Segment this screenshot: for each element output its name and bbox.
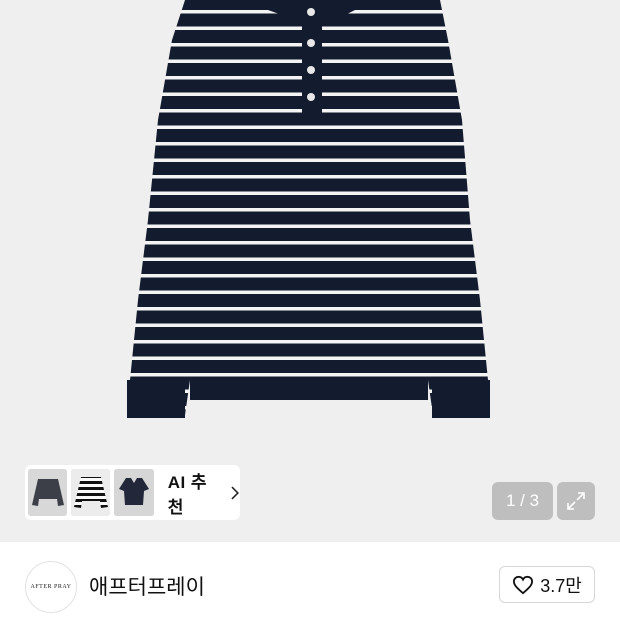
grey-sweater-thumb[interactable] [28,469,68,516]
like-count: 3.7만 [540,575,582,596]
expand-icon [567,492,585,510]
expand-button[interactable] [557,482,595,520]
brand-logo-text: AFTER PRAY [30,584,72,590]
ai-recommend-label: AI 추천 [167,472,208,517]
brand-logo[interactable]: AFTER PRAY [25,561,77,613]
like-button[interactable]: 3.7만 [499,566,595,603]
striped-sweater-image [127,0,490,418]
striped-sweater-thumb[interactable] [71,469,111,516]
navy-polo-thumb[interactable] [114,469,154,516]
ai-recommend-chip[interactable]: AI 추천 [25,465,240,520]
product-image-area[interactable]: AI 추천 1 / 3 [0,0,620,542]
chevron-right-icon [231,486,240,499]
brand-name[interactable]: 애프터프레이 [89,571,205,601]
heart-icon [513,575,534,594]
image-counter: 1 / 3 [492,482,553,520]
